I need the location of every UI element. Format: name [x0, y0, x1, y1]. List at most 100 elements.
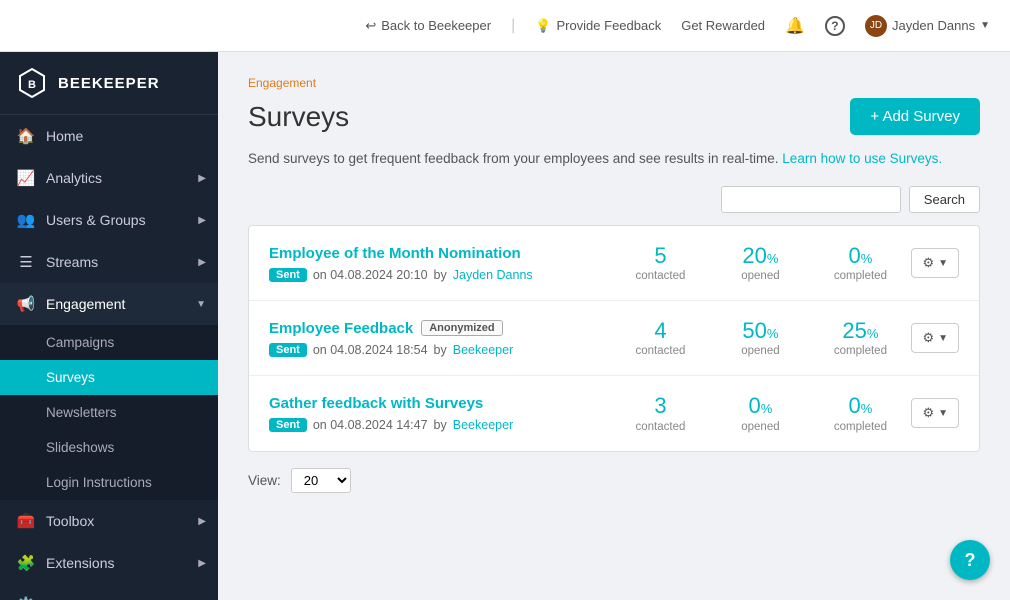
sidebar-item-settings[interactable]: ⚙️ Settings: [0, 584, 218, 600]
toolbox-icon: 🧰: [16, 512, 36, 530]
search-button[interactable]: Search: [909, 186, 980, 213]
survey-title: Employee Feedback Anonymized: [269, 320, 609, 337]
contacted-label: contacted: [625, 421, 695, 433]
completed-label: completed: [825, 421, 895, 433]
stat-contacted: 4 contacted: [625, 319, 695, 357]
sidebar-item-login-instructions[interactable]: Login Instructions: [0, 465, 218, 500]
expand-engagement-icon: ▼: [196, 299, 206, 310]
survey-info: Employee of the Month Nomination Sent on…: [269, 245, 609, 282]
completed-label: completed: [825, 270, 895, 282]
stat-opened: 50% opened: [725, 319, 795, 357]
survey-author-link[interactable]: Beekeeper: [453, 343, 513, 357]
stat-completed: 25% completed: [825, 319, 895, 357]
stat-contacted: 3 contacted: [625, 394, 695, 432]
topbar: ↩ Back to Beekeeper | 💡 Provide Feedback…: [0, 0, 1010, 52]
sidebar-item-users-groups[interactable]: 👥 Users & Groups ▶: [0, 199, 218, 241]
help-fab-button[interactable]: ?: [950, 540, 990, 580]
anonymized-badge: Anonymized: [421, 320, 502, 336]
analytics-icon: 📈: [16, 169, 36, 187]
survey-author-link[interactable]: Beekeeper: [453, 418, 513, 432]
main-content: Engagement Surveys + Add Survey Send sur…: [218, 52, 1010, 600]
survey-action-button[interactable]: ⚙ ▼: [911, 323, 959, 353]
sidebar-nav: 🏠 Home 📈 Analytics ▶ 👥 Users & Groups ▶ …: [0, 115, 218, 600]
provide-feedback[interactable]: 💡 Provide Feedback: [535, 18, 661, 34]
opened-label: opened: [725, 345, 795, 357]
view-label: View:: [248, 473, 281, 488]
sidebar: B BEEKEEPER 🏠 Home 📈 Analytics ▶ 👥 Users…: [0, 52, 218, 600]
survey-stats: 3 contacted 0% opened 0%: [625, 394, 895, 432]
bell-icon: 🔔: [785, 16, 805, 36]
view-row: View: 10 20 50 100: [248, 452, 980, 497]
survey-info: Employee Feedback Anonymized Sent on 04.…: [269, 320, 609, 357]
notifications[interactable]: 🔔: [785, 16, 805, 36]
expand-users-icon: ▶: [198, 215, 206, 226]
sidebar-item-slideshows[interactable]: Slideshows: [0, 430, 218, 465]
opened-label: opened: [725, 421, 795, 433]
sidebar-item-streams[interactable]: ☰ Streams ▶: [0, 241, 218, 283]
stat-opened: 20% opened: [725, 244, 795, 282]
get-rewarded[interactable]: Get Rewarded: [681, 18, 765, 33]
expand-toolbox-icon: ▶: [198, 516, 206, 527]
add-survey-button[interactable]: + Add Survey: [850, 98, 980, 135]
sidebar-item-toolbox[interactable]: 🧰 Toolbox ▶: [0, 500, 218, 542]
survey-action-button[interactable]: ⚙ ▼: [911, 248, 959, 278]
survey-author-link[interactable]: Jayden Danns: [453, 268, 533, 282]
search-input[interactable]: [721, 186, 901, 213]
stat-contacted: 5 contacted: [625, 244, 695, 282]
stat-completed: 0% completed: [825, 394, 895, 432]
user-avatar: JD: [865, 15, 887, 37]
user-menu[interactable]: JD Jayden Danns ▼: [865, 15, 990, 37]
dropdown-arrow-icon: ▼: [938, 408, 948, 419]
search-row: Search: [248, 186, 980, 213]
page-title: Surveys: [248, 101, 349, 133]
completed-label: completed: [825, 345, 895, 357]
sidebar-item-home[interactable]: 🏠 Home: [0, 115, 218, 157]
status-badge: Sent: [269, 343, 307, 357]
dropdown-arrow-icon: ▼: [938, 258, 948, 269]
question-icon: ?: [825, 16, 845, 36]
completed-value: 25%: [825, 319, 895, 343]
survey-stats: 4 contacted 50% opened 25%: [625, 319, 895, 357]
settings-icon: ⚙️: [16, 596, 36, 600]
sidebar-item-engagement[interactable]: 📢 Engagement ▼: [0, 283, 218, 325]
sidebar-item-surveys[interactable]: Surveys: [0, 360, 218, 395]
logo-text: BEEKEEPER: [58, 75, 160, 92]
contacted-label: contacted: [625, 345, 695, 357]
survey-action-button[interactable]: ⚙ ▼: [911, 398, 959, 428]
table-row: Employee of the Month Nomination Sent on…: [249, 226, 979, 301]
opened-value: 50%: [725, 319, 795, 343]
status-badge: Sent: [269, 418, 307, 432]
back-icon: ↩: [365, 18, 376, 34]
survey-info: Gather feedback with Surveys Sent on 04.…: [269, 395, 609, 432]
extensions-icon: 🧩: [16, 554, 36, 572]
sidebar-item-campaigns[interactable]: Campaigns: [0, 325, 218, 360]
sidebar-item-extensions[interactable]: 🧩 Extensions ▶: [0, 542, 218, 584]
svg-text:B: B: [28, 79, 36, 91]
contacted-label: contacted: [625, 270, 695, 282]
dropdown-arrow-icon: ▼: [980, 20, 990, 31]
sidebar-item-newsletters[interactable]: Newsletters: [0, 395, 218, 430]
completed-value: 0%: [825, 394, 895, 418]
opened-value: 0%: [725, 394, 795, 418]
survey-title: Employee of the Month Nomination: [269, 245, 609, 262]
home-icon: 🏠: [16, 127, 36, 145]
help[interactable]: ?: [825, 16, 845, 36]
survey-stats: 5 contacted 20% opened 0%: [625, 244, 895, 282]
table-row: Employee Feedback Anonymized Sent on 04.…: [249, 301, 979, 376]
view-select[interactable]: 10 20 50 100: [291, 468, 351, 493]
learn-how-link[interactable]: Learn how to use Surveys.: [782, 151, 942, 166]
contacted-value: 3: [625, 394, 695, 418]
opened-value: 20%: [725, 244, 795, 268]
survey-meta: Sent on 04.08.2024 18:54 by Beekeeper: [269, 343, 609, 357]
users-icon: 👥: [16, 211, 36, 229]
back-to-beekeeper[interactable]: ↩ Back to Beekeeper: [365, 18, 491, 34]
stat-completed: 0% completed: [825, 244, 895, 282]
survey-title: Gather feedback with Surveys: [269, 395, 609, 412]
contacted-value: 5: [625, 244, 695, 268]
surveys-list: Employee of the Month Nomination Sent on…: [248, 225, 980, 452]
page-description: Send surveys to get frequent feedback fr…: [248, 151, 980, 166]
sidebar-item-analytics[interactable]: 📈 Analytics ▶: [0, 157, 218, 199]
survey-meta: Sent on 04.08.2024 14:47 by Beekeeper: [269, 418, 609, 432]
dropdown-arrow-icon: ▼: [938, 333, 948, 344]
lightbulb-icon: 💡: [535, 18, 551, 34]
